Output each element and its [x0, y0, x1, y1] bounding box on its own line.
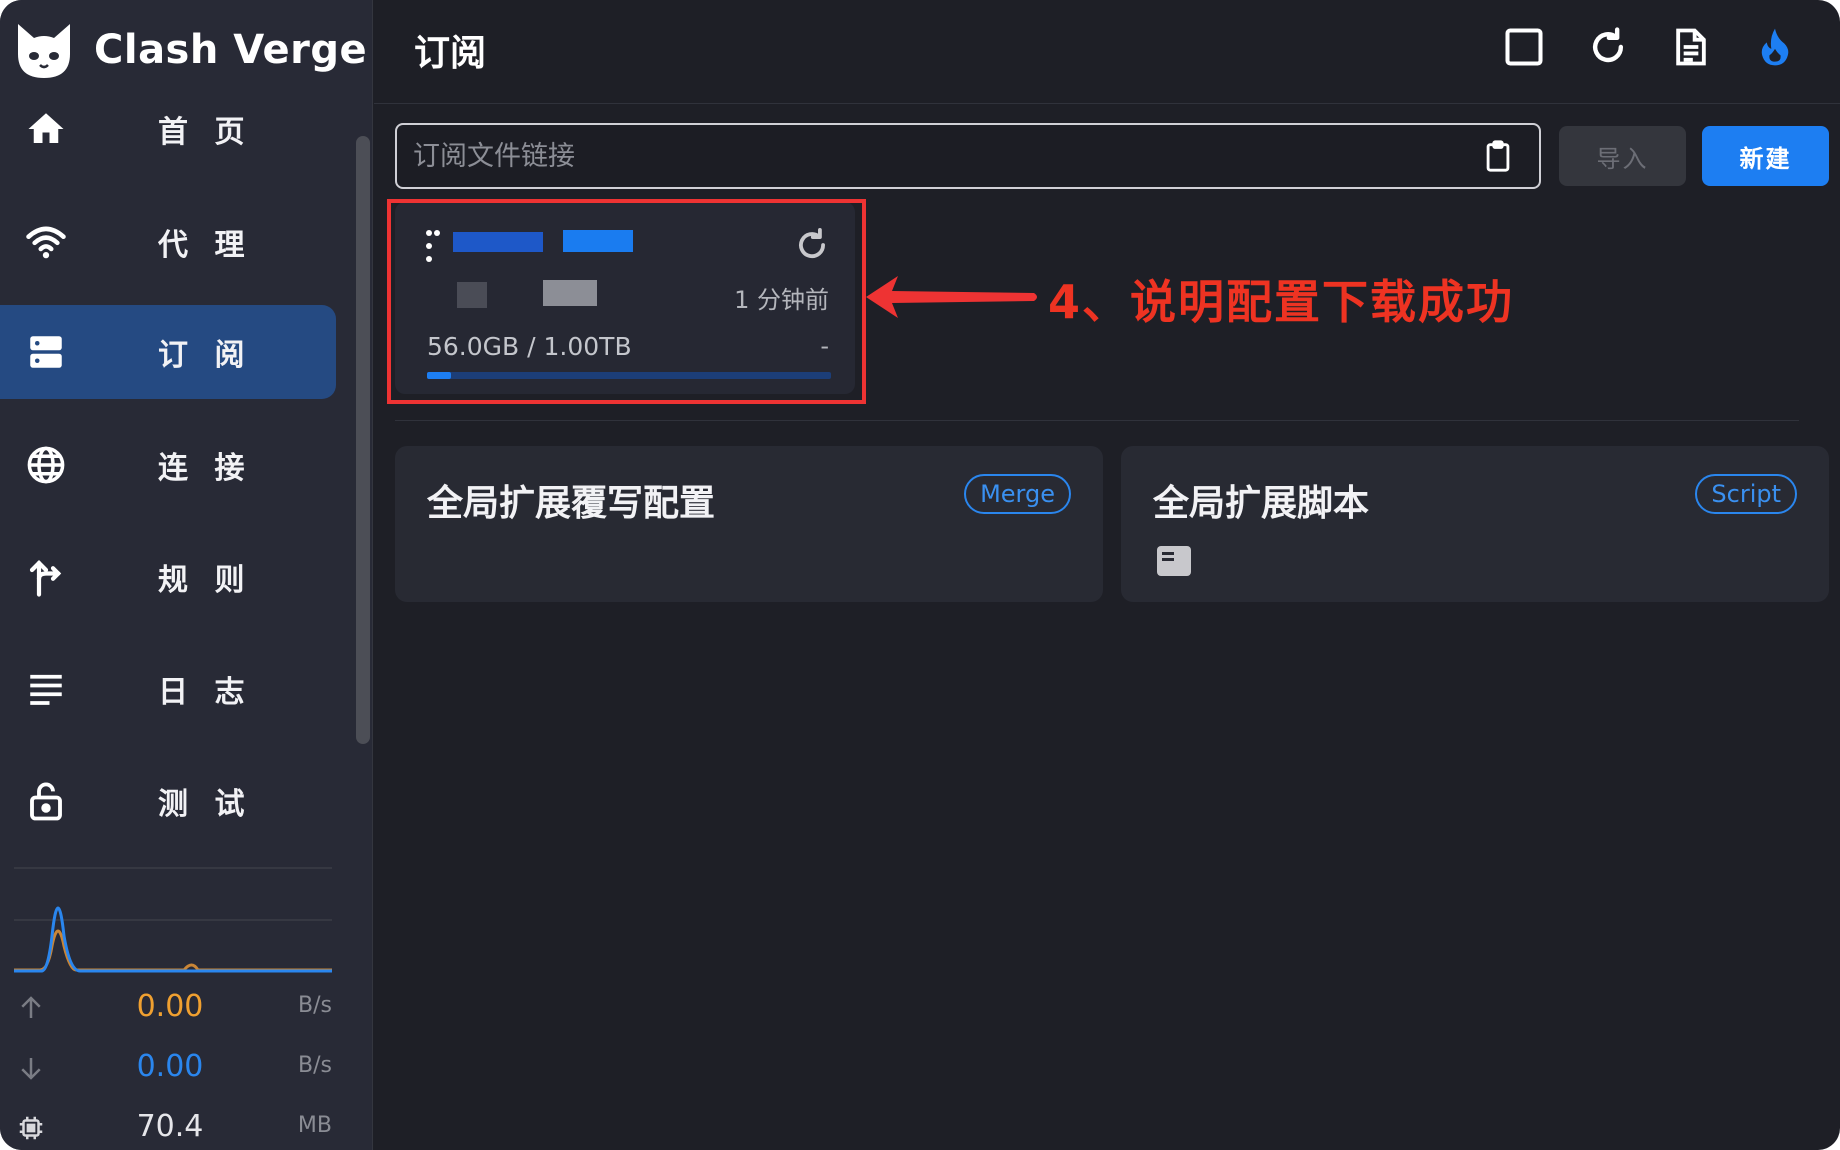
sidebar-item-label: 日 志 — [158, 675, 253, 710]
home-icon — [24, 107, 68, 151]
sidebar-item-subscriptions[interactable]: 订 阅 — [0, 305, 336, 399]
section-divider — [395, 420, 1799, 421]
download-speed: 0.00 — [136, 1049, 204, 1084]
sidebar-item-test[interactable]: 测 试 — [0, 754, 336, 848]
wifi-icon — [24, 220, 68, 264]
global-script-card[interactable]: 全局扩展脚本 Script — [1121, 446, 1829, 602]
annotation-arrow — [866, 276, 1037, 318]
document-icon[interactable] — [1666, 22, 1716, 72]
merge-tag: Merge — [964, 474, 1071, 514]
header-divider — [374, 103, 1840, 104]
sidebar: Clash Verge 首 页 代 理 订 阅 连 接 规 则 日 志 测 试 … — [0, 0, 373, 1150]
refresh-icon[interactable] — [1583, 22, 1633, 72]
upload-stat: 0.00 B/s — [0, 983, 340, 1033]
new-button[interactable]: 新建 — [1702, 126, 1829, 186]
fork-icon — [24, 555, 68, 599]
memory-unit: MB — [297, 1113, 332, 1138]
sidebar-scrollbar[interactable] — [356, 136, 370, 744]
sidebar-item-label: 订 阅 — [158, 338, 253, 373]
sidebar-item-proxy[interactable]: 代 理 — [0, 195, 336, 289]
script-card-title: 全局扩展脚本 — [1153, 483, 1370, 524]
subscription-url-input[interactable] — [413, 125, 1453, 187]
sidebar-item-label: 规 则 — [158, 563, 253, 598]
sidebar-item-label: 代 理 — [158, 228, 253, 263]
import-button[interactable]: 导入 — [1559, 126, 1686, 186]
upload-unit: B/s — [298, 993, 332, 1018]
upload-line — [14, 929, 332, 972]
server-icon — [24, 330, 68, 374]
sidebar-item-connections[interactable]: 连 接 — [0, 418, 336, 512]
app-name: Clash Verge — [94, 27, 368, 73]
subscription-url-field[interactable] — [395, 123, 1541, 189]
annotation-text: 4、说明配置下载成功 — [1048, 275, 1515, 329]
list-icon — [24, 667, 68, 711]
merge-card-title: 全局扩展覆写配置 — [427, 483, 716, 524]
arrow-down-icon — [21, 1058, 41, 1080]
memory-usage: 70.4 — [136, 1109, 204, 1144]
upload-speed: 0.00 — [136, 989, 204, 1024]
sidebar-item-label: 测 试 — [158, 787, 253, 822]
annotation-highlight-box — [387, 199, 866, 404]
sidebar-item-home[interactable]: 首 页 — [0, 82, 336, 176]
page-title: 订阅 — [414, 33, 487, 74]
cat-logo-icon — [18, 24, 70, 78]
globe-icon — [24, 443, 68, 487]
sidebar-item-label: 连 接 — [158, 451, 253, 486]
sidebar-item-logs[interactable]: 日 志 — [0, 642, 336, 736]
download-stat: 0.00 B/s — [0, 1043, 340, 1093]
global-merge-card[interactable]: 全局扩展覆写配置 Merge — [395, 446, 1103, 602]
sidebar-item-rules[interactable]: 规 则 — [0, 530, 336, 624]
memory-stat: 70.4 MB — [0, 1103, 340, 1150]
lock-icon — [24, 779, 68, 823]
arrow-up-icon — [21, 996, 41, 1018]
app-window: Clash Verge 首 页 代 理 订 阅 连 接 规 则 日 志 测 试 … — [0, 0, 1840, 1150]
download-unit: B/s — [298, 1053, 332, 1078]
square-icon[interactable] — [1499, 22, 1549, 72]
clipboard-icon[interactable] — [1481, 139, 1515, 173]
flame-icon[interactable] — [1750, 22, 1800, 72]
traffic-chart — [14, 867, 332, 973]
sidebar-item-label: 首 页 — [158, 115, 253, 150]
app-logo: Clash Verge — [12, 18, 367, 82]
script-tag: Script — [1695, 474, 1797, 514]
memory-chip-icon — [19, 1116, 43, 1140]
document-icon[interactable] — [1157, 546, 1191, 576]
